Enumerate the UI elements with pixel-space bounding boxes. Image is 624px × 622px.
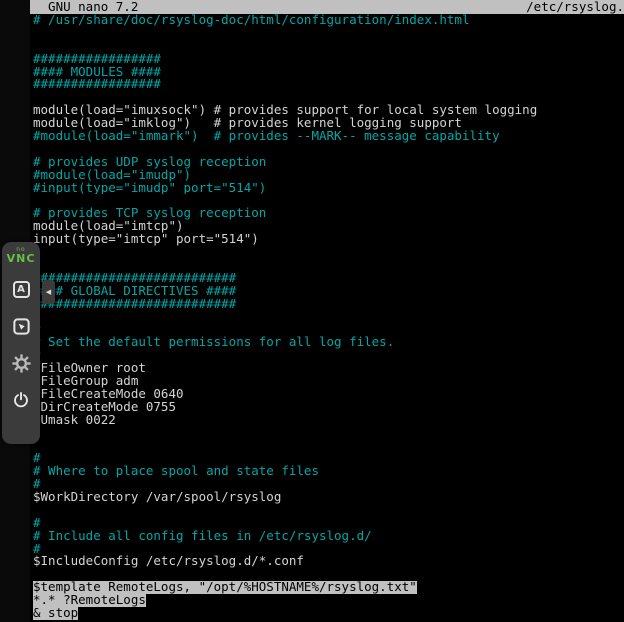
terminal-line: # (33, 452, 624, 465)
fullscreen-button[interactable] (9, 314, 33, 338)
nano-titlebar: GNU nano 7.2 /etc/rsyslog. (30, 0, 624, 14)
vnc-screen: GNU nano 7.2 /etc/rsyslog. # /usr/share/… (0, 0, 624, 622)
terminal-line: # (33, 478, 624, 491)
terminal-line: #### GLOBAL DIRECTIVES #### (33, 285, 624, 298)
selected-text: & stop (33, 607, 78, 620)
terminal-line: & stop (33, 607, 624, 620)
terminal-line: $IncludeConfig /etc/rsyslog.d/*.conf (33, 555, 624, 568)
terminal-line: $FileOwner root (33, 362, 624, 375)
terminal-line: #module(load="imudp") (33, 169, 624, 182)
keyboard-button[interactable]: A (9, 277, 33, 301)
selected-text: $template RemoteLogs, "/opt/%HOSTNAME%/r… (33, 581, 417, 594)
terminal-body: # /usr/share/doc/rsyslog-doc/html/config… (30, 14, 624, 620)
terminal-line (33, 143, 624, 156)
terminal-line (33, 259, 624, 272)
terminal-line: # /usr/share/doc/rsyslog-doc/html/config… (33, 14, 624, 27)
terminal-line (33, 27, 624, 40)
terminal-line: module(load="imuxsock") # provides suppo… (33, 104, 624, 117)
terminal-line: $WorkDirectory /var/spool/rsyslog (33, 491, 624, 504)
terminal-line: # Where to place spool and state files (33, 465, 624, 478)
settings-button[interactable] (9, 351, 33, 375)
terminal-line: # Include all config files in /etc/rsysl… (33, 530, 624, 543)
power-icon (12, 391, 30, 409)
terminal-line (33, 439, 624, 452)
nano-version: GNU nano 7.2 (33, 0, 138, 14)
nano-filename: /etc/rsyslog. (526, 0, 624, 14)
terminal-line (33, 40, 624, 53)
terminal-line: #### MODULES #### (33, 66, 624, 79)
novnc-logo-vnc: VNC (7, 253, 36, 264)
terminal-line (33, 568, 624, 581)
terminal-line: # Set the default permissions for all lo… (33, 336, 624, 349)
terminal-line: $template RemoteLogs, "/opt/%HOSTNAME%/r… (33, 581, 624, 594)
gear-icon (12, 354, 31, 373)
terminal-line: # provides TCP syslog reception (33, 207, 624, 220)
terminal-line: # (33, 349, 624, 362)
terminal-line (33, 194, 624, 207)
terminal-line: module(load="imklog") # provides kernel … (33, 117, 624, 130)
terminal-line: # (33, 543, 624, 556)
terminal-line: # (33, 323, 624, 336)
terminal-line: # (33, 517, 624, 530)
terminal-line: ########################### (33, 272, 624, 285)
terminal-line: input(type="imtcp" port="514") (33, 233, 624, 246)
terminal-line (33, 310, 624, 323)
terminal-line: *.* ?RemoteLogs (33, 594, 624, 607)
terminal-line: #module(load="immark") # provides --MARK… (33, 130, 624, 143)
terminal-line: $FileCreateMode 0640 (33, 388, 624, 401)
selected-text: *.* ?RemoteLogs (33, 594, 146, 607)
terminal-line (33, 246, 624, 259)
terminal-line (33, 427, 624, 440)
terminal-line: ################# (33, 53, 624, 66)
collapse-arrow-icon: ◀ (46, 288, 51, 296)
terminal-line (33, 91, 624, 104)
terminal-line: $Umask 0022 (33, 414, 624, 427)
fullscreen-icon (12, 317, 31, 336)
terminal-line (33, 504, 624, 517)
terminal-line: module(load="imtcp") (33, 220, 624, 233)
terminal-line: $DirCreateMode 0755 (33, 401, 624, 414)
terminal-line: ########################### (33, 298, 624, 311)
keyboard-icon: A (13, 281, 30, 298)
power-button[interactable] (9, 388, 33, 412)
novnc-control-bar[interactable]: no VNC A (2, 242, 40, 444)
novnc-logo: no VNC (7, 247, 36, 264)
terminal-line: #input(type="imudp" port="514") (33, 182, 624, 195)
terminal-window[interactable]: GNU nano 7.2 /etc/rsyslog. # /usr/share/… (30, 0, 624, 622)
terminal-line: $FileGroup adm (33, 375, 624, 388)
terminal-line: # provides UDP syslog reception (33, 156, 624, 169)
control-bar-collapse-handle[interactable]: ◀ (42, 280, 55, 304)
terminal-line: ################# (33, 78, 624, 91)
